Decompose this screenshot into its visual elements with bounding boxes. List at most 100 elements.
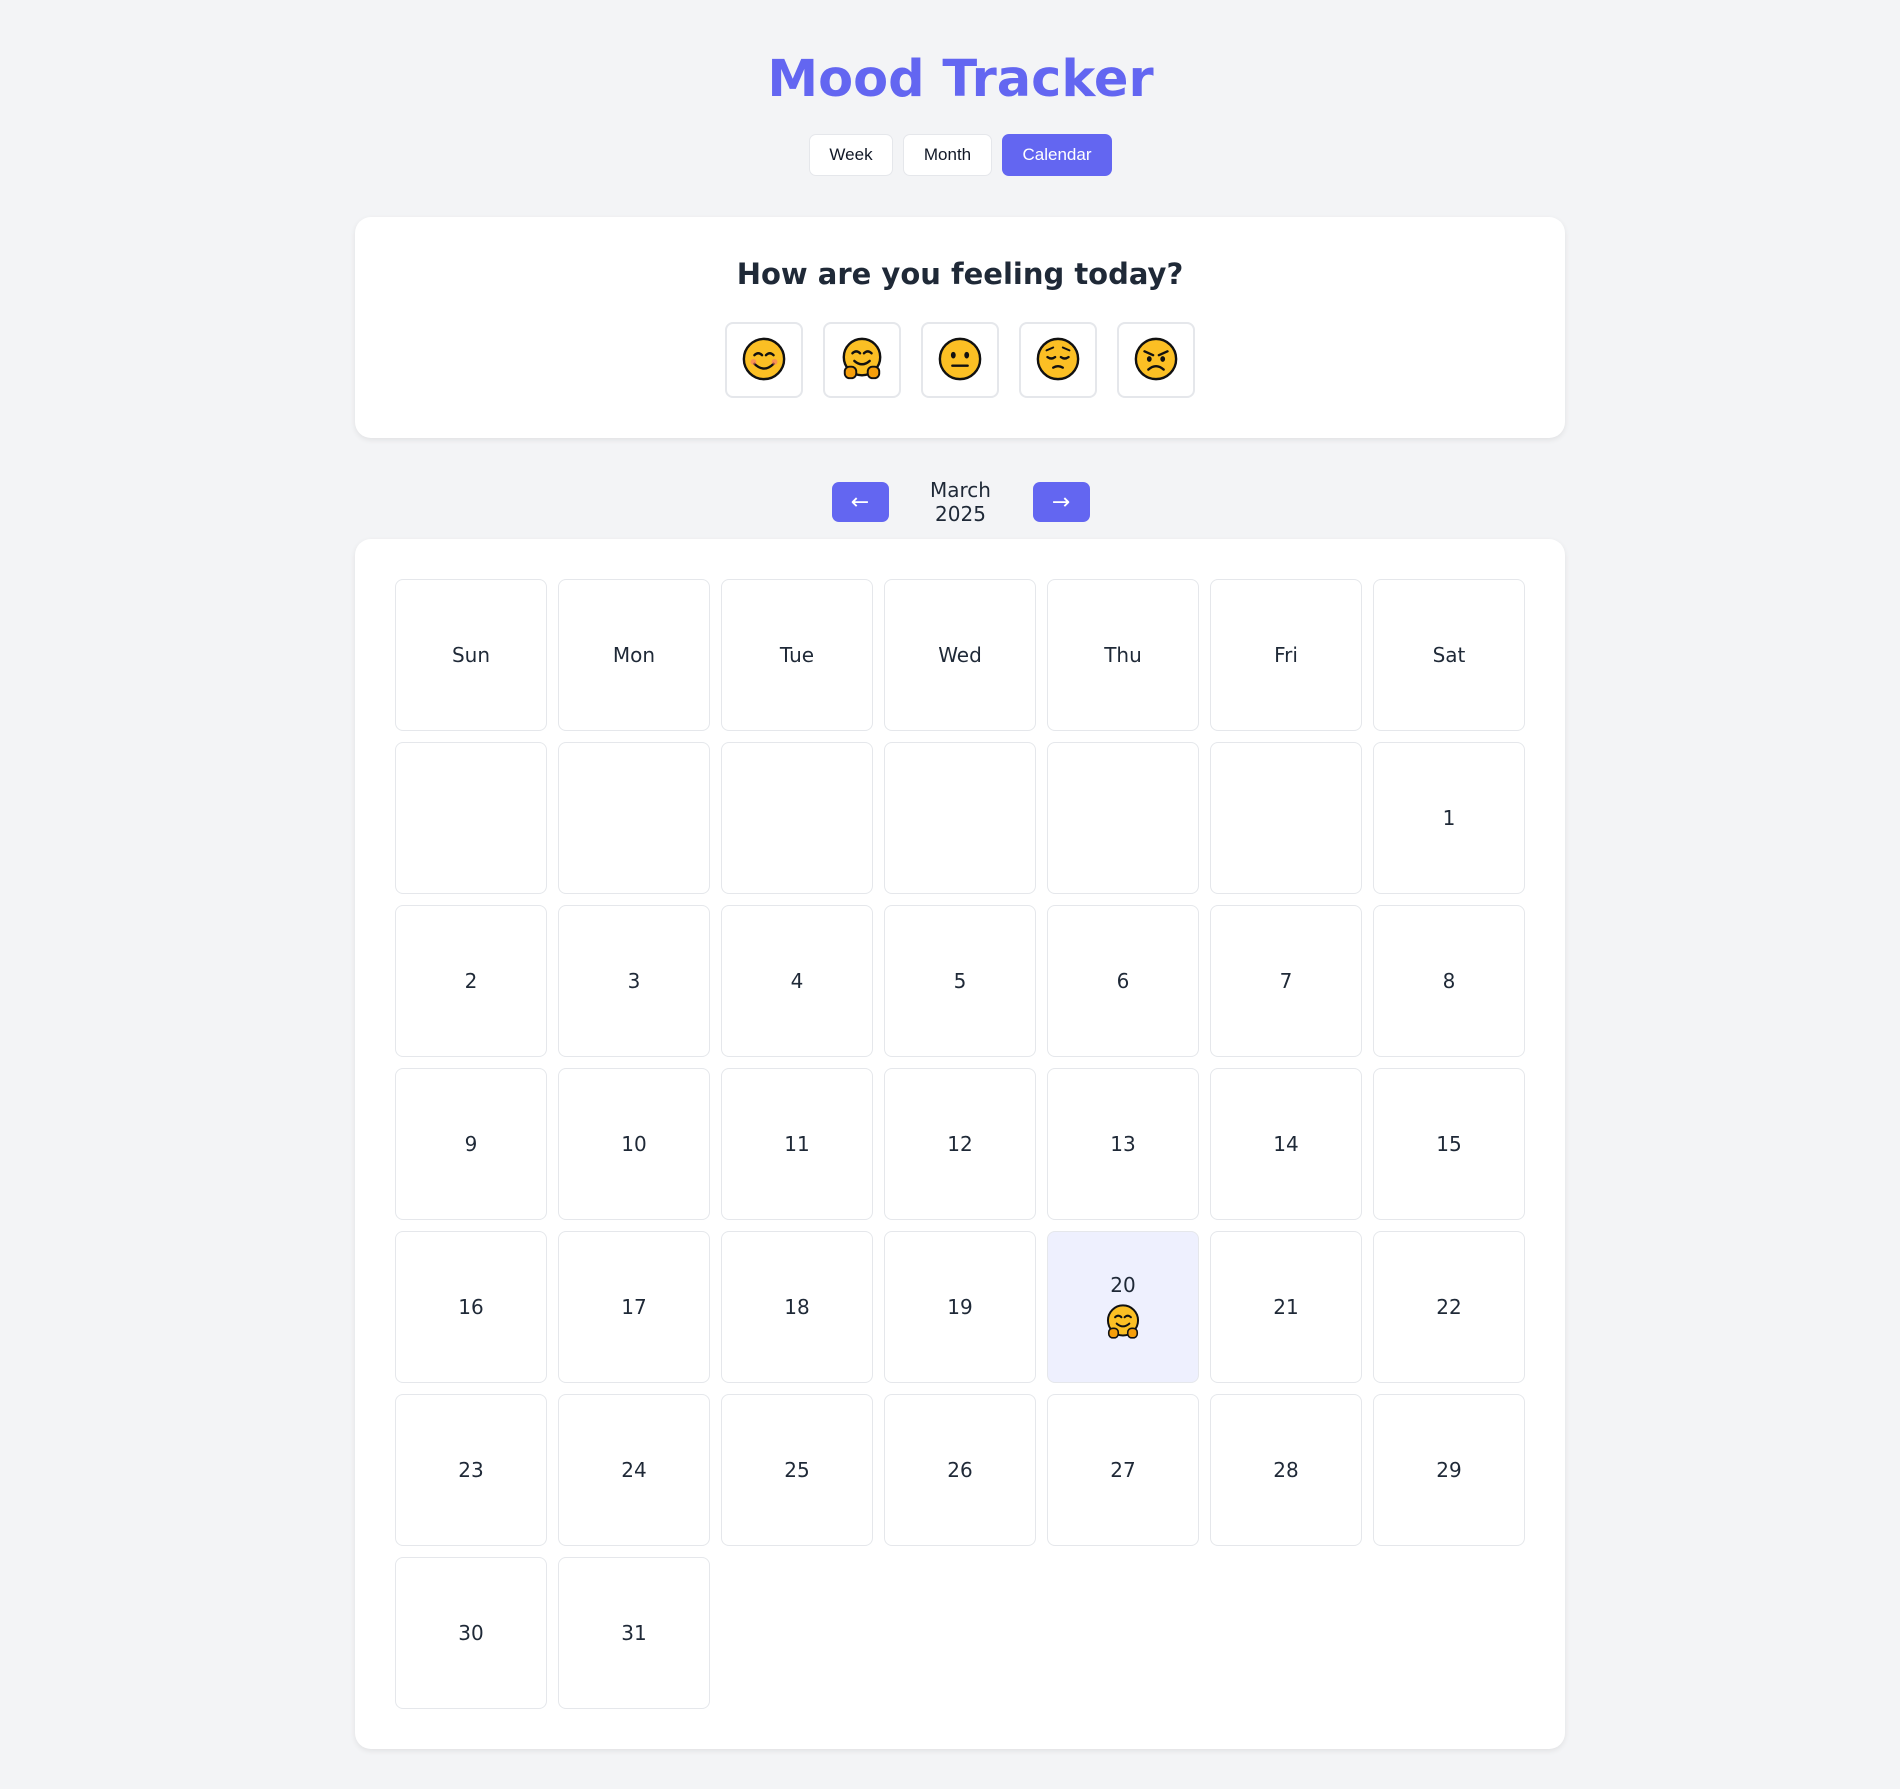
calendar-day-19[interactable]: 19 [884,1231,1036,1383]
day-number: 10 [621,1132,647,1156]
mood-option-neutral[interactable] [921,322,999,398]
tab-calendar[interactable]: Calendar [1002,134,1112,176]
calendar-day-27[interactable]: 27 [1047,1394,1199,1546]
prev-month-button[interactable]: ← [831,482,889,522]
calendar-day-2[interactable]: 2 [395,905,547,1057]
day-number: 17 [621,1295,647,1319]
empty-day-cell [1047,742,1199,894]
tab-week[interactable]: Week [809,134,893,176]
day-number: 13 [1110,1132,1136,1156]
day-number: 7 [1279,969,1293,993]
calendar-card: Sun Mon Tue Wed Thu Fri Sat 1 2 3 4 5 6 7 8 9 10 11 12 13 14… [355,539,1565,1749]
day-number: 25 [784,1458,810,1482]
day-number: 28 [1273,1458,1299,1482]
calendar-day-16[interactable]: 16 [395,1231,547,1383]
empty-day-cell [395,742,547,894]
calendar-day-18[interactable]: 18 [721,1231,873,1383]
day-number: 26 [947,1458,973,1482]
calendar-day-6[interactable]: 6 [1047,905,1199,1057]
calendar-day-24[interactable]: 24 [558,1394,710,1546]
day-number: 3 [627,969,641,993]
calendar-day-23[interactable]: 23 [395,1394,547,1546]
smiling-face-icon [741,336,787,385]
day-number: 20 [1110,1273,1136,1297]
weekday-header: Mon [558,579,710,731]
mood-option-smiling[interactable] [725,322,803,398]
calendar-day-1[interactable]: 1 [1373,742,1525,894]
day-number: 8 [1442,969,1456,993]
calendar-day-22[interactable]: 22 [1373,1231,1525,1383]
weekday-header: Wed [884,579,1036,731]
day-number: 18 [784,1295,810,1319]
day-number: 19 [947,1295,973,1319]
calendar-day-29[interactable]: 29 [1373,1394,1525,1546]
calendar-day-12[interactable]: 12 [884,1068,1036,1220]
calendar-day-21[interactable]: 21 [1210,1231,1362,1383]
month-label: March 2025 [930,478,991,526]
tab-month[interactable]: Month [903,134,992,176]
weekday-header: Sat [1373,579,1525,731]
mood-options [355,322,1565,398]
empty-day-cell [884,742,1036,894]
day-number: 14 [1273,1132,1299,1156]
day-number: 22 [1436,1295,1462,1319]
neutral-face-icon [937,336,983,385]
next-month-button[interactable]: → [1032,482,1090,522]
day-number: 23 [458,1458,484,1482]
calendar-day-14[interactable]: 14 [1210,1068,1362,1220]
month-navigation: ← March 2025 → [0,478,1900,526]
calendar-day-13[interactable]: 13 [1047,1068,1199,1220]
calendar-day-26[interactable]: 26 [884,1394,1036,1546]
day-number: 4 [790,969,804,993]
day-number: 2 [464,969,478,993]
weekday-header: Tue [721,579,873,731]
weekday-header: Sun [395,579,547,731]
calendar-day-8[interactable]: 8 [1373,905,1525,1057]
day-number: 24 [621,1458,647,1482]
mood-card: How are you feeling today? [355,217,1565,438]
day-number: 16 [458,1295,484,1319]
page-title: Mood Tracker [767,50,1154,109]
calendar-day-7[interactable]: 7 [1210,905,1362,1057]
calendar-day-15[interactable]: 15 [1373,1068,1525,1220]
mood-option-angry[interactable] [1117,322,1195,398]
pensive-face-icon [1035,336,1081,385]
day-number: 1 [1442,806,1456,830]
day-number: 21 [1273,1295,1299,1319]
calendar-day-30[interactable]: 30 [395,1557,547,1709]
day-number: 29 [1436,1458,1462,1482]
mood-option-hugging[interactable] [823,322,901,398]
calendar-day-9[interactable]: 9 [395,1068,547,1220]
calendar-grid: Sun Mon Tue Wed Thu Fri Sat 1 2 3 4 5 6 7 8 9 10 11 12 13 14… [395,579,1525,1709]
day-number: 5 [953,969,967,993]
angry-face-icon [1133,336,1179,385]
calendar-day-17[interactable]: 17 [558,1231,710,1383]
calendar-day-20[interactable]: 20 [1047,1231,1199,1383]
mood-option-pensive[interactable] [1019,322,1097,398]
day-number: 31 [621,1621,647,1645]
day-number: 27 [1110,1458,1136,1482]
day-number: 6 [1116,969,1130,993]
weekday-header: Fri [1210,579,1362,731]
view-tabs: Week Month Calendar [0,134,1900,176]
day-number: 9 [464,1132,478,1156]
empty-day-cell [558,742,710,894]
calendar-day-5[interactable]: 5 [884,905,1036,1057]
calendar-day-10[interactable]: 10 [558,1068,710,1220]
calendar-day-11[interactable]: 11 [721,1068,873,1220]
day-number: 12 [947,1132,973,1156]
empty-day-cell [721,742,873,894]
hugging-face-icon [839,336,885,385]
weekday-header: Thu [1047,579,1199,731]
mood-question: How are you feeling today? [736,257,1184,291]
calendar-day-28[interactable]: 28 [1210,1394,1362,1546]
day-number: 15 [1436,1132,1462,1156]
empty-day-cell [1210,742,1362,894]
calendar-day-3[interactable]: 3 [558,905,710,1057]
day-number: 30 [458,1621,484,1645]
calendar-day-31[interactable]: 31 [558,1557,710,1709]
calendar-day-4[interactable]: 4 [721,905,873,1057]
calendar-day-25[interactable]: 25 [721,1394,873,1546]
day-number: 11 [784,1132,810,1156]
hugging-face-icon [1104,1303,1142,1341]
